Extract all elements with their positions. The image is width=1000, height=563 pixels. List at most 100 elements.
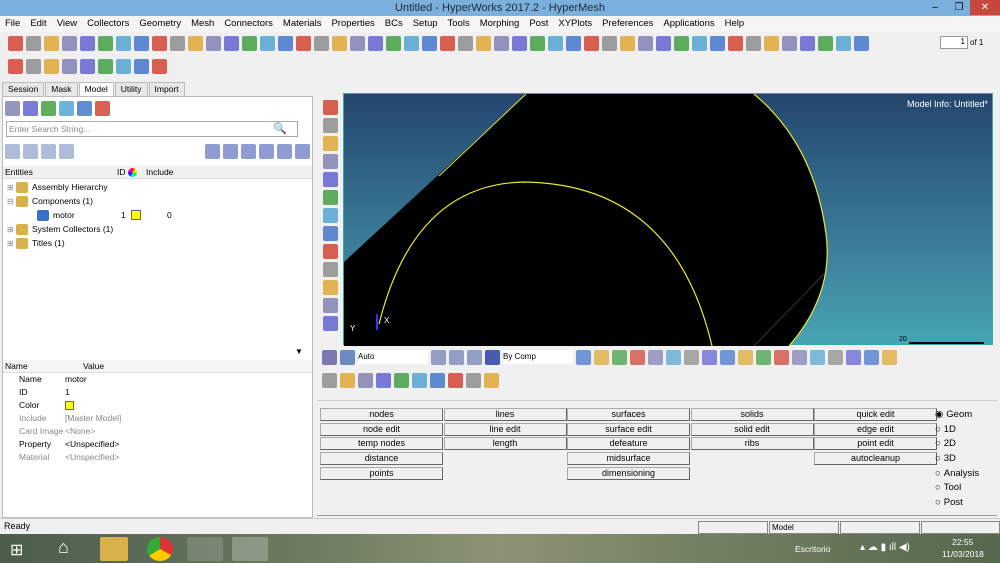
toolbar-tool-47-icon[interactable] xyxy=(854,35,869,51)
toolbar-tool-37-icon[interactable] xyxy=(674,35,689,51)
toolbar-tool-24-icon[interactable] xyxy=(440,35,455,51)
browser-display-4-icon[interactable] xyxy=(277,143,292,159)
view-tool-15-icon[interactable] xyxy=(846,349,861,365)
component-color-swatch[interactable] xyxy=(131,210,141,220)
browser-filter-1-icon[interactable] xyxy=(23,143,38,159)
desktop-toolbar-label[interactable]: Escritorio xyxy=(795,544,830,554)
hypermesh-taskbar-icon[interactable] xyxy=(187,537,223,561)
panel-button-points[interactable]: points xyxy=(320,466,443,480)
menu-materials[interactable]: Materials xyxy=(278,16,327,32)
toolbar-tool-5-icon[interactable] xyxy=(98,35,113,51)
toolbar-tool-44-icon[interactable] xyxy=(800,35,815,51)
panel-button-point-edit[interactable]: point edit xyxy=(814,437,937,451)
panel-button-ribs[interactable]: ribs xyxy=(690,437,814,451)
toolbar-tool-10-icon[interactable] xyxy=(188,35,203,51)
browser-view-0-icon[interactable] xyxy=(5,100,20,116)
toolbar-tool-40-icon[interactable] xyxy=(728,35,743,51)
browser-display-0-icon[interactable] xyxy=(205,143,220,159)
toolbar-tool-29-icon[interactable] xyxy=(530,35,545,51)
property-value[interactable]: <Unspecified> xyxy=(65,438,119,451)
toolbar2-tool-6-icon[interactable] xyxy=(116,58,131,74)
menu-edit[interactable]: Edit xyxy=(25,16,51,32)
toolbar-tool-39-icon[interactable] xyxy=(710,35,725,51)
toolbar-tool-12-icon[interactable] xyxy=(224,35,239,51)
toolbar-tool-27-icon[interactable] xyxy=(494,35,509,51)
home-icon[interactable]: ⌂ xyxy=(58,537,69,558)
view-tool-4-icon[interactable] xyxy=(648,349,663,365)
property-row[interactable]: Property <Unspecified> xyxy=(3,438,312,451)
property-value[interactable]: motor xyxy=(65,373,87,386)
browser-view-5-icon[interactable] xyxy=(95,100,110,116)
collector-tool-5-icon[interactable] xyxy=(412,372,427,388)
toolbar-tool-7-icon[interactable] xyxy=(134,35,149,51)
view-tool-9-icon[interactable] xyxy=(738,349,753,365)
radio-analysis[interactable]: ○ Analysis xyxy=(935,467,979,482)
toolbar-tool-0-icon[interactable] xyxy=(8,35,23,51)
side-tool-12-icon[interactable] xyxy=(322,316,338,331)
splitter-arrow-icon[interactable]: ▼ xyxy=(295,347,303,356)
side-tool-10-icon[interactable] xyxy=(322,280,338,295)
chrome-icon[interactable] xyxy=(147,537,173,561)
side-tool-8-icon[interactable] xyxy=(322,244,338,259)
collector-tool-6-icon[interactable] xyxy=(430,372,445,388)
tab-import[interactable]: Import xyxy=(148,82,185,96)
toolbar-tool-9-icon[interactable] xyxy=(170,35,185,51)
browser-display-1-icon[interactable] xyxy=(223,143,238,159)
tree-item[interactable]: motor 1 0 xyxy=(7,208,312,222)
panel-button-distance[interactable]: distance xyxy=(320,452,443,466)
panel-button-defeature[interactable]: defeature xyxy=(567,437,690,451)
tab-model[interactable]: Model xyxy=(78,82,114,96)
panel-button-surface-edit[interactable]: surface edit xyxy=(567,422,690,436)
toolbar2-tool-0-icon[interactable] xyxy=(8,58,23,74)
view-tool-8-icon[interactable] xyxy=(720,349,735,365)
toolbar-tool-41-icon[interactable] xyxy=(746,35,761,51)
menu-bcs[interactable]: BCs xyxy=(380,16,408,32)
tab-session[interactable]: Session xyxy=(2,82,45,96)
toolbar-tool-20-icon[interactable] xyxy=(368,35,383,51)
toolbar-tool-6-icon[interactable] xyxy=(116,35,131,51)
view-tool-6-icon[interactable] xyxy=(684,349,699,365)
panel-button-midsurface[interactable]: midsurface xyxy=(567,452,690,466)
menu-applications[interactable]: Applications xyxy=(658,16,719,32)
view-layout-icon[interactable] xyxy=(322,349,337,365)
toolbar-tool-19-icon[interactable] xyxy=(350,35,365,51)
close-button[interactable]: ✕ xyxy=(970,0,1000,15)
color-mode-select[interactable]: By Comp xyxy=(503,350,573,364)
menu-file[interactable]: File xyxy=(0,16,25,32)
tray-icons[interactable]: ▴ ☁ ▮ ıll ◀) xyxy=(860,542,910,553)
toolbar-tool-43-icon[interactable] xyxy=(782,35,797,51)
browser-display-5-icon[interactable] xyxy=(295,143,310,159)
panel-button-dimensioning[interactable]: dimensioning xyxy=(567,466,690,480)
toolbar-tool-16-icon[interactable] xyxy=(296,35,311,51)
toolbar-tool-31-icon[interactable] xyxy=(566,35,581,51)
view-tool-17-icon[interactable] xyxy=(882,349,897,365)
menu-xyplots[interactable]: XYPlots xyxy=(553,16,597,32)
browser-display-2-icon[interactable] xyxy=(241,143,256,159)
search-icon[interactable]: 🔍 xyxy=(273,122,287,135)
browser-filter-0-icon[interactable] xyxy=(5,143,20,159)
browser-view-3-icon[interactable] xyxy=(59,100,74,116)
clock-date[interactable]: 11/03/2018 xyxy=(942,549,984,559)
panel-button-solids[interactable]: solids xyxy=(690,408,814,421)
collector-tool-7-icon[interactable] xyxy=(448,372,463,388)
panel-button-edge-edit[interactable]: edge edit xyxy=(814,422,937,436)
toolbar-tool-8-icon[interactable] xyxy=(152,35,167,51)
panel-button-autocleanup[interactable]: autocleanup xyxy=(814,452,937,466)
menu-setup[interactable]: Setup xyxy=(408,16,443,32)
view-tool-11-icon[interactable] xyxy=(774,349,789,365)
toolbar-tool-46-icon[interactable] xyxy=(836,35,851,51)
radio-post[interactable]: ○ Post xyxy=(935,496,979,511)
shading-0-icon[interactable] xyxy=(431,349,446,365)
side-tool-4-icon[interactable] xyxy=(322,172,338,187)
side-tool-6-icon[interactable] xyxy=(322,208,338,223)
hyperworks-taskbar-icon[interactable] xyxy=(232,537,268,561)
menu-connectors[interactable]: Connectors xyxy=(219,16,278,32)
tree-item[interactable]: ⊟ Components (1) xyxy=(7,194,312,208)
browser-view-4-icon[interactable] xyxy=(77,100,92,116)
toolbar-tool-32-icon[interactable] xyxy=(584,35,599,51)
menu-post[interactable]: Post xyxy=(524,16,553,32)
toolbar-tool-25-icon[interactable] xyxy=(458,35,473,51)
radio-geom[interactable]: ◉ Geom xyxy=(935,408,979,423)
panel-button-quick-edit[interactable]: quick edit xyxy=(814,408,937,421)
page-input[interactable]: 1 xyxy=(940,36,968,49)
